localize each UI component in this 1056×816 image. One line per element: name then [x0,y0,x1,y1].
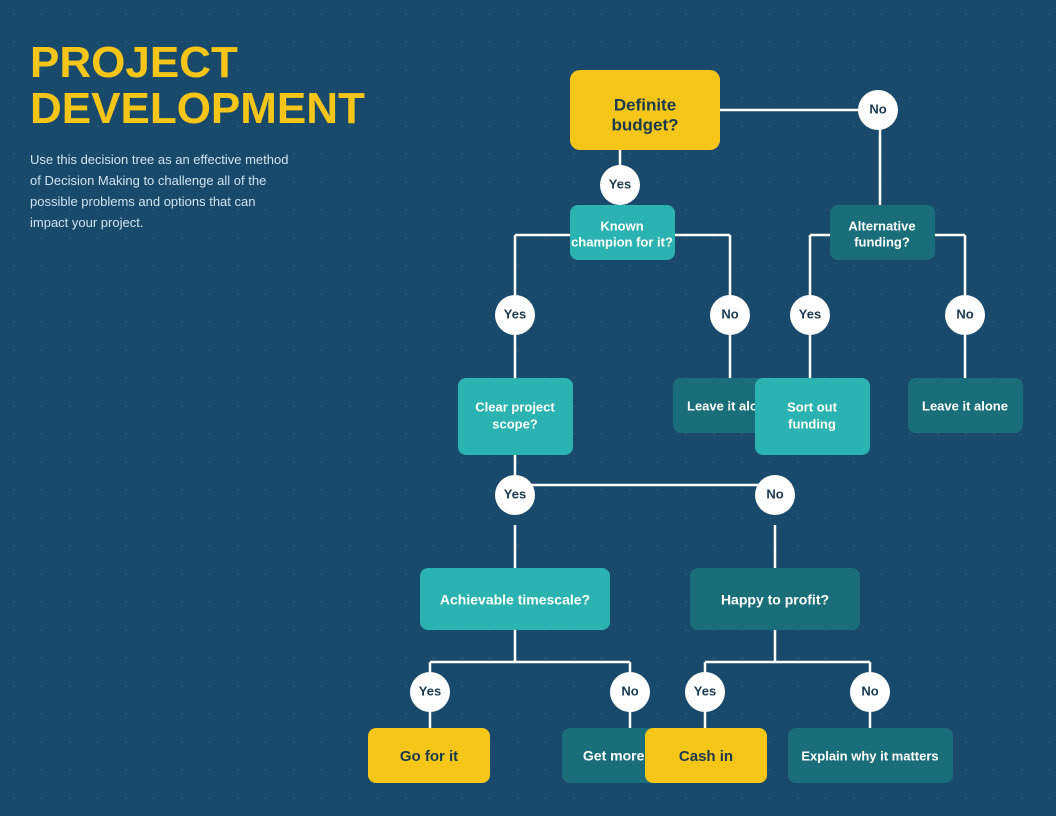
leave-alone-2-label: Leave it alone [922,398,1008,413]
no-label-5: No [621,683,638,698]
yes-label-3: Yes [799,306,821,321]
diagram-area: Definite budget? Yes No Known champion f… [300,20,1030,810]
alt-funding-label1: Alternative [848,218,915,233]
definite-budget-label2: budget? [611,115,678,134]
flowchart-svg: Definite budget? Yes No Known champion f… [300,20,1030,810]
clear-scope-label2: scope? [492,416,538,431]
alt-funding-label2: funding? [854,234,910,249]
known-champion-label1: Known [600,218,643,233]
no-label-1: No [869,101,886,116]
page-container: PROJECTDEVELOPMENT Use this decision tre… [0,0,1056,816]
definite-budget-label: Definite [614,95,676,114]
sort-funding-label2: funding [788,416,836,431]
page-subtitle: Use this decision tree as an effective m… [30,150,290,233]
yes-label-6: Yes [694,683,716,698]
happy-profit-label: Happy to profit? [721,592,829,608]
cash-in-label: Cash in [679,748,733,765]
page-title: PROJECTDEVELOPMENT [30,40,290,132]
no-label-3: No [956,306,973,321]
no-label-6: No [861,683,878,698]
no-label-4: No [766,486,783,501]
achievable-timescale-label: Achievable timescale? [440,592,590,608]
yes-label-1: Yes [609,176,631,191]
no-label-2: No [721,306,738,321]
yes-label-2: Yes [504,306,526,321]
sort-funding-label1: Sort out [787,399,837,414]
yes-label-4: Yes [504,486,526,501]
go-for-it-label: Go for it [400,748,458,765]
clear-scope-label1: Clear project [475,399,555,414]
yes-label-5: Yes [419,683,441,698]
left-panel: PROJECTDEVELOPMENT Use this decision tre… [30,40,290,234]
explain-why-label: Explain why it matters [801,748,938,763]
known-champion-label2: champion for it? [571,234,673,249]
